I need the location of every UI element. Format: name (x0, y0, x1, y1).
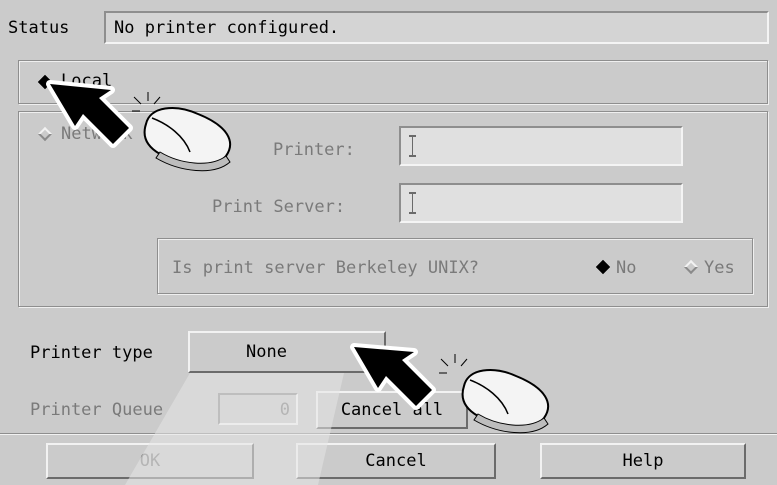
cancel-label: Cancel (365, 450, 427, 471)
text-cursor-icon (409, 135, 416, 157)
help-button[interactable]: Help (540, 443, 746, 479)
network-group: Network Printer: Print Server: Is print … (18, 111, 768, 307)
printer-setup-dialog: Status No printer configured. Local Netw… (0, 0, 777, 485)
network-label[interactable]: Network (61, 126, 133, 143)
printer-queue-field: 0 (218, 393, 298, 425)
radio-berkeley-yes[interactable] (683, 259, 699, 275)
berkeley-no-label[interactable]: No (616, 260, 636, 277)
status-field: No printer configured. (104, 11, 769, 44)
status-label: Status (8, 18, 70, 38)
cancel-all-label: Cancel all (340, 399, 444, 420)
printer-queue-label: Printer Queue (30, 400, 164, 420)
ok-button[interactable]: OK (46, 443, 254, 479)
status-value: No printer configured. (114, 18, 340, 38)
option-menu-indicator-icon (356, 350, 370, 355)
print-server-label: Print Server: (212, 197, 346, 217)
printer-type-label: Printer type (30, 343, 153, 363)
button-bar-separator-highlight (0, 434, 777, 435)
printer-input[interactable] (399, 126, 683, 166)
help-label: Help (622, 450, 664, 471)
text-cursor-icon (409, 192, 416, 214)
berkeley-yes-label[interactable]: Yes (704, 260, 735, 277)
local-group: Local (18, 60, 768, 104)
berkeley-group: Is print server Berkeley UNIX? No Yes (157, 238, 753, 294)
berkeley-question: Is print server Berkeley UNIX? (172, 258, 480, 278)
local-label[interactable]: Local (61, 73, 112, 90)
radio-network[interactable] (37, 126, 53, 142)
cancel-all-button[interactable]: Cancel all (316, 391, 468, 429)
printer-type-value: None (246, 341, 287, 362)
cancel-button[interactable]: Cancel (296, 443, 496, 479)
printer-type-menu[interactable]: None (188, 331, 386, 373)
ok-label: OK (139, 450, 161, 471)
print-server-input[interactable] (399, 183, 683, 223)
radio-berkeley-no[interactable] (595, 259, 611, 275)
radio-local[interactable] (37, 74, 53, 90)
printer-label: Printer: (273, 140, 355, 160)
printer-queue-value: 0 (279, 400, 290, 420)
